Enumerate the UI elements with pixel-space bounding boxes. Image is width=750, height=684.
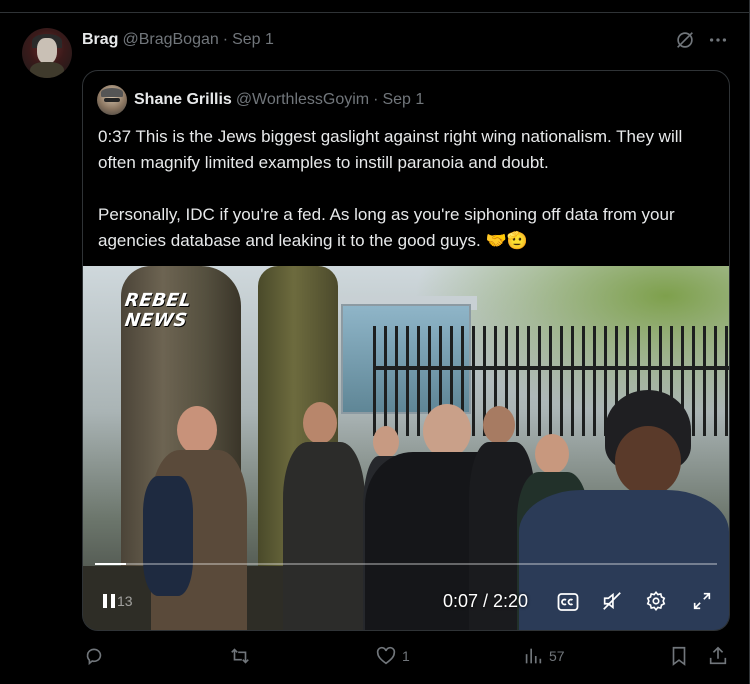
bookmark-button[interactable] [668,645,690,667]
video-scene-fence-rail [373,366,729,370]
quoted-author-avatar[interactable] [97,85,127,115]
settings-icon[interactable] [645,590,667,612]
rebel-news-logo: REBEL NEWS [123,290,193,331]
video-overlay-count: 13 [117,593,133,609]
separator-dot: · [373,91,379,108]
views-count: 57 [549,648,565,664]
fullscreen-icon[interactable] [691,590,713,612]
author-name[interactable]: Brag [82,31,118,49]
video-timecode: 0:07 / 2:20 [443,591,529,611]
repost-button[interactable] [229,645,256,667]
bookmark-icon [672,646,686,666]
share-icon [709,646,727,665]
separator-dot: · [222,31,229,48]
pause-icon[interactable] [100,592,118,610]
top-divider [0,12,750,13]
share-button[interactable] [707,645,729,667]
reply-icon [86,648,102,666]
more-icon[interactable] [707,29,729,51]
views-button[interactable]: 57 [522,645,565,667]
quoted-post[interactable]: Shane Grillis @WorthlessGoyim · Sep 1 0:… [82,70,730,631]
video-player[interactable]: REBEL NEWS 13 0:07 / 2:20 [83,266,729,630]
quoted-paragraph-1: 0:37 This is the Jews biggest gaslight a… [98,127,683,172]
heart-icon [376,646,396,665]
quoted-post-text: 0:37 This is the Jews biggest gaslight a… [98,124,718,254]
quoted-post-header: Shane Grillis @WorthlessGoyim · Sep 1 [134,91,424,109]
video-progress-fill [95,563,127,565]
quoted-author-name[interactable]: Shane Grillis [134,91,232,109]
author-avatar[interactable] [22,28,72,78]
like-button[interactable]: 1 [375,645,410,667]
author-handle[interactable]: @BragBogan [122,31,218,49]
repost-icon [231,648,249,664]
quoted-paragraph-2: Personally, IDC if you're a fed. As long… [98,205,675,250]
post-header: Brag @BragBogan · Sep 1 [82,30,274,50]
quoted-post-date[interactable]: Sep 1 [382,91,424,109]
views-icon [525,648,542,664]
like-count: 1 [402,648,410,664]
closed-captions-icon[interactable] [557,592,579,612]
quoted-author-handle[interactable]: @WorthlessGoyim [236,91,369,109]
video-progress-track[interactable] [95,563,717,565]
reply-button[interactable] [83,645,110,667]
grok-icon[interactable] [674,29,696,51]
mute-icon[interactable] [601,590,623,612]
post-actions: 1 57 [0,645,750,671]
video-controls: 13 0:07 / 2:20 [83,586,729,622]
post-date[interactable]: Sep 1 [232,31,274,49]
